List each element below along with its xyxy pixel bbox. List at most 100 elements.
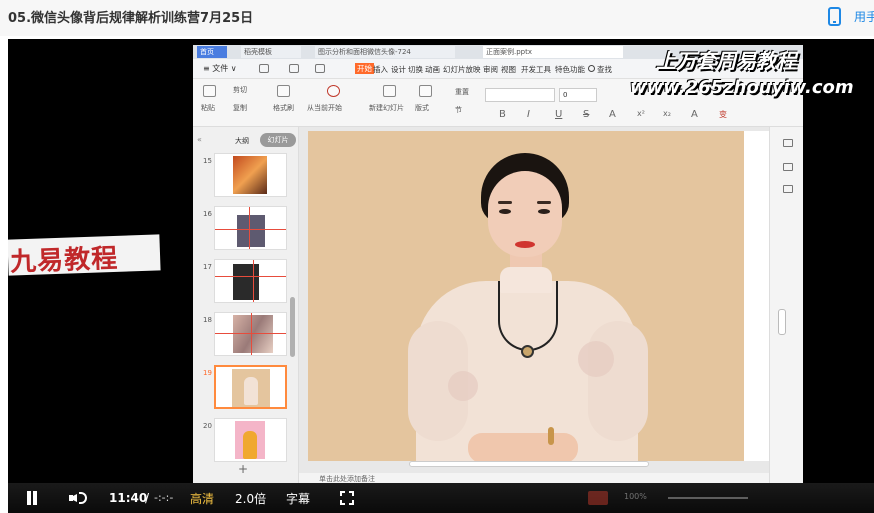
slide-panel: « 大纲 幻灯片 15 16 17 18 19 20 +	[193, 127, 299, 483]
fullscreen-icon[interactable]	[340, 491, 354, 505]
slide-thumb	[214, 153, 287, 197]
text-effect-button: A	[691, 109, 698, 120]
phone-icon[interactable]	[828, 7, 841, 26]
ribbon-tab-animation: 动画	[425, 65, 440, 74]
speed-button[interactable]: 2.0倍	[235, 490, 266, 507]
figure-necklace	[498, 281, 558, 351]
underline-button: U	[555, 109, 563, 120]
notes-placeholder: 单击此处添加备注	[319, 475, 375, 483]
slide-thumbnail-17: 17	[193, 259, 293, 305]
search-label: 查找	[597, 65, 612, 74]
layout-label: 版式	[415, 104, 429, 112]
tab-outline: 大纲	[235, 137, 249, 145]
slide-margin	[744, 131, 769, 461]
paste-icon	[203, 85, 216, 97]
watermark-left: 九易教程	[8, 234, 161, 278]
thumb-image	[233, 315, 273, 353]
sound-wave-shape	[79, 492, 87, 504]
play-from-current-label: 从当前开始	[307, 104, 342, 112]
slide-thumb	[214, 206, 287, 250]
wps-tab-doc2: 正面案例.pptx	[483, 46, 623, 58]
slide-number: 19	[203, 369, 212, 377]
thumb-guide	[251, 313, 252, 355]
print-icon	[315, 64, 325, 73]
slide-number: 16	[203, 210, 212, 218]
wps-tab-home: 首页	[197, 46, 227, 58]
horizontal-scrollbar	[409, 461, 649, 467]
total-time: -:-:-	[154, 491, 174, 504]
player-controls: 11:40 / -:-:- 高清 2.0倍 字幕 100%	[8, 483, 874, 513]
wps-statusbar-overlay: 100%	[508, 489, 798, 507]
thumb-guide	[215, 333, 286, 334]
thumb-guide	[215, 276, 286, 277]
tab-slides: 幻灯片	[260, 133, 296, 147]
properties-icon	[783, 139, 793, 147]
slide-number: 15	[203, 157, 212, 165]
figure-hands	[468, 433, 578, 461]
quality-button[interactable]: 高清	[190, 490, 214, 507]
font-name-field	[485, 88, 555, 102]
reset-label: 重置	[455, 88, 469, 96]
page-title: 05.微信头像背后规律解析训练营7月25日	[8, 11, 254, 26]
slide-thumbnail-16: 16	[193, 206, 293, 252]
notes-area: 单击此处添加备注	[299, 473, 769, 483]
slide-thumbnail-20: 20	[193, 418, 293, 464]
format-painter-label: 格式刷	[273, 104, 294, 112]
slide-thumb	[214, 312, 287, 356]
format-painter-icon	[277, 85, 290, 97]
font-size-field: 0	[559, 88, 597, 102]
slide-number: 17	[203, 263, 212, 271]
thumb-image	[233, 264, 259, 300]
subscript-button: x₂	[663, 109, 671, 118]
search-icon	[588, 65, 595, 72]
zoom-level: 100%	[624, 492, 647, 501]
slide-thumb	[214, 365, 287, 409]
convert-button: 变	[719, 110, 727, 119]
watermark-url: www.265zhouyiw.com	[630, 77, 854, 98]
subtitles-button[interactable]: 字幕	[286, 490, 310, 507]
time-separator: /	[145, 491, 150, 505]
strike-button: S	[583, 109, 590, 120]
slide-thumb	[214, 259, 287, 303]
dress-pattern	[578, 341, 614, 377]
wps-right-toolbar	[769, 127, 803, 483]
save-icon	[259, 64, 269, 73]
volume-icon[interactable]	[69, 490, 89, 506]
vertical-scrollbar	[778, 309, 786, 335]
figure-eye	[538, 209, 550, 214]
figure-pendant	[521, 345, 534, 358]
figure-lips	[515, 241, 535, 248]
bold-button: B	[499, 109, 506, 120]
ribbon-tab-slideshow: 幻灯片放映	[443, 65, 481, 74]
copy-label: 复制	[233, 104, 247, 112]
slide-canvas	[299, 127, 769, 473]
slide-number: 20	[203, 422, 212, 430]
figure-brow	[537, 201, 551, 204]
thumb-image	[233, 156, 267, 194]
superscript-button: x²	[637, 109, 645, 118]
page-header: 05.微信头像背后规律解析训练营7月25日 用手	[0, 0, 874, 36]
menu-file: ≡ 文件 ∨	[203, 64, 237, 73]
ribbon-tab-design: 设计	[391, 65, 406, 74]
slide-thumb	[214, 418, 287, 462]
thumb-guide	[215, 229, 286, 230]
thumb-image	[237, 215, 265, 247]
new-slide-icon	[383, 85, 396, 97]
shape-icon	[783, 163, 793, 171]
new-slide-label: 新建幻灯片	[369, 104, 404, 112]
wps-tab-doc1: 图示分析和面相微信头像-724	[315, 46, 455, 58]
figure-brow	[498, 201, 512, 204]
app-link[interactable]: 用手	[854, 8, 874, 25]
layout-icon	[419, 85, 432, 97]
section-label: 节	[455, 106, 462, 114]
ribbon-tab-review: 审阅	[483, 65, 498, 74]
video-player[interactable]: 首页 稻壳模板 图示分析和面相微信头像-724 正面案例.pptx ≡ 文件 ∨…	[8, 39, 874, 513]
figure-bangle	[548, 427, 554, 445]
slide-number: 18	[203, 316, 212, 324]
copy-layer-icon	[783, 185, 793, 193]
play-icon	[327, 85, 340, 97]
wps-tab-templates: 稻壳模板	[241, 46, 301, 58]
ribbon-tab-developer: 开发工具	[521, 65, 551, 74]
pause-icon[interactable]	[25, 491, 39, 505]
dress-pattern	[448, 371, 478, 401]
